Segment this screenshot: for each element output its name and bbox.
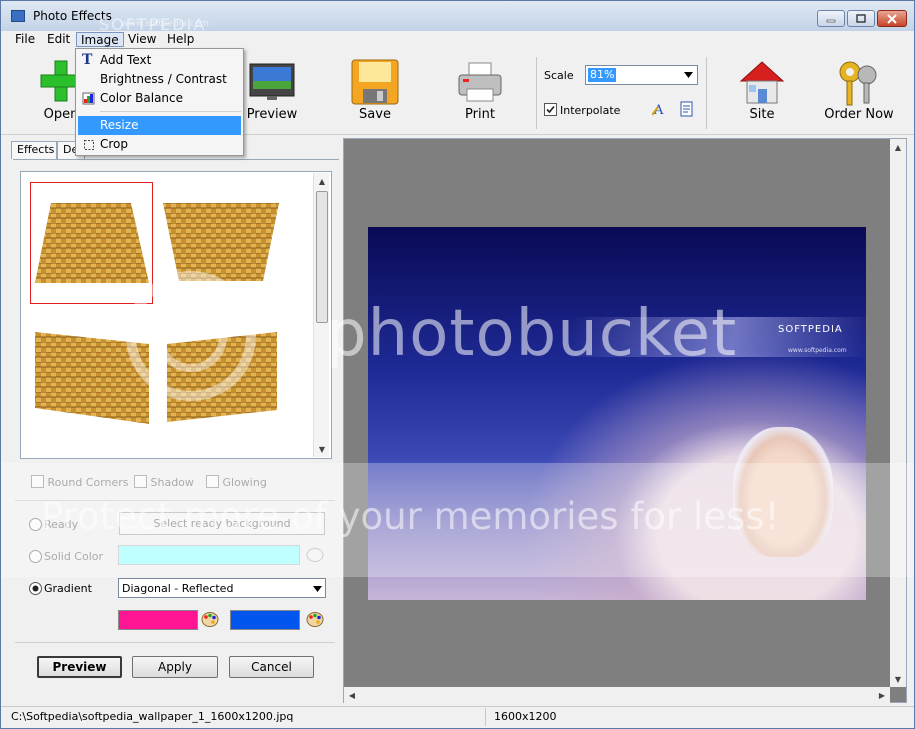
- scroll-down-icon[interactable]: ▼: [890, 671, 906, 687]
- scroll-thumb[interactable]: [316, 191, 328, 323]
- radio-selected-icon: [29, 582, 42, 595]
- menu-file[interactable]: File: [11, 32, 39, 47]
- menu-resize[interactable]: Resize: [78, 116, 241, 135]
- scale-select[interactable]: 81%: [585, 65, 698, 85]
- menu-color-balance-label: Color Balance: [100, 91, 184, 105]
- save-button[interactable]: Save: [346, 55, 404, 125]
- menu-add-text[interactable]: T Add Text: [78, 51, 241, 70]
- document-icon[interactable]: [680, 101, 694, 117]
- scroll-up-icon[interactable]: ▲: [314, 173, 330, 189]
- tab-effects[interactable]: Effects: [11, 141, 57, 159]
- menu-edit[interactable]: Edit: [43, 32, 74, 47]
- menu-view[interactable]: View: [124, 32, 160, 47]
- status-separator: [485, 708, 486, 726]
- order-now-label: Order Now: [824, 107, 894, 122]
- print-label: Print: [465, 107, 495, 122]
- status-file-path: C:\Softpedia\softpedia_wallpaper_1_1600x…: [11, 710, 294, 723]
- menu-help[interactable]: Help: [163, 32, 198, 47]
- save-label: Save: [359, 107, 391, 122]
- menu-image[interactable]: Image: [76, 32, 124, 47]
- monitor-icon: [249, 63, 295, 100]
- interpolate-checkbox[interactable]: [544, 103, 557, 119]
- scale-label: Scale: [544, 69, 574, 82]
- status-bar: C:\Softpedia\softpedia_wallpaper_1_1600x…: [1, 706, 914, 728]
- preview-toolbar-button[interactable]: Preview: [241, 55, 303, 125]
- print-button[interactable]: Print: [451, 55, 509, 125]
- title-bar[interactable]: Photo Effects SOFTPEDIA www.softpedia.co…: [1, 1, 914, 34]
- image-brand-text: SOFTPEDIA: [778, 324, 843, 335]
- preview-horizontal-scrollbar[interactable]: ◀ ▶: [344, 687, 890, 703]
- menu-crop[interactable]: Crop: [78, 135, 241, 154]
- watermark-title-sub: www.softpedia.com: [121, 19, 209, 29]
- gradient-type-value: Diagonal - Reflected: [122, 582, 234, 595]
- gradient-label: Gradient: [44, 582, 92, 595]
- close-icon: [887, 13, 897, 24]
- order-now-button[interactable]: Order Now: [823, 55, 895, 125]
- menu-bar: File Edit Image View Help: [1, 31, 914, 48]
- chevron-down-icon: [684, 72, 693, 78]
- minimize-icon: [826, 19, 836, 22]
- menu-add-text-label: Add Text: [100, 53, 152, 67]
- scale-value: 81%: [588, 68, 617, 82]
- app-window: Photo Effects SOFTPEDIA www.softpedia.co…: [0, 0, 915, 729]
- scroll-left-icon[interactable]: ◀: [344, 687, 360, 703]
- menu-resize-label: Resize: [100, 118, 139, 132]
- thumbnail-scrollbar[interactable]: ▲ ▼: [313, 173, 329, 457]
- floppy-disk-icon: [351, 59, 399, 105]
- menu-divider: [100, 111, 241, 112]
- text-t-icon: T: [82, 52, 93, 68]
- crop-icon: [84, 140, 94, 150]
- apply-button[interactable]: Apply: [132, 656, 218, 678]
- interpolate-label: Interpolate: [560, 104, 621, 117]
- app-icon: [11, 10, 25, 22]
- palette-icon[interactable]: [306, 611, 324, 628]
- watermark-band: [1, 463, 914, 577]
- preview-button[interactable]: Preview: [37, 656, 122, 678]
- chevron-down-icon: [313, 586, 322, 592]
- preview-toolbar-label: Preview: [246, 107, 298, 122]
- gradient-color-2-swatch[interactable]: [230, 610, 300, 630]
- maximize-icon: [856, 14, 866, 23]
- site-label: Site: [749, 107, 775, 122]
- maximize-button[interactable]: [847, 10, 875, 27]
- keys-icon: [839, 61, 877, 106]
- checkbox-checked-icon: [544, 103, 557, 116]
- tab-border: [13, 159, 339, 160]
- palette-icon[interactable]: [201, 611, 219, 628]
- minimize-button[interactable]: [817, 10, 845, 27]
- menu-brightness-contrast[interactable]: Brightness / Contrast: [78, 70, 241, 89]
- gradient-color-1-swatch[interactable]: [118, 610, 198, 630]
- toolbar-separator: [706, 57, 707, 129]
- cancel-button[interactable]: Cancel: [229, 656, 314, 678]
- close-button[interactable]: [877, 10, 907, 27]
- status-dimensions: 1600x1200: [494, 710, 557, 723]
- color-balance-icon: [82, 92, 95, 105]
- divider: [15, 642, 335, 643]
- scroll-down-icon[interactable]: ▼: [314, 441, 330, 457]
- menu-brightness-contrast-label: Brightness / Contrast: [100, 72, 227, 86]
- image-brand-subtext: www.softpedia.com: [788, 347, 847, 354]
- image-menu-dropdown: T Add Text Brightness / Contrast Color B…: [75, 48, 244, 156]
- gradient-type-select[interactable]: Diagonal - Reflected: [118, 578, 326, 598]
- scroll-up-icon[interactable]: ▲: [890, 139, 906, 155]
- house-icon: [739, 61, 785, 104]
- window-title: Photo Effects: [33, 9, 112, 23]
- gradient-radio[interactable]: [29, 582, 42, 598]
- site-button[interactable]: Site: [731, 55, 793, 125]
- toolbar-separator: [536, 57, 537, 129]
- preview-vertical-scrollbar[interactable]: ▲ ▼: [890, 139, 906, 687]
- font-icon[interactable]: A: [652, 101, 668, 117]
- menu-crop-label: Crop: [100, 137, 129, 151]
- scroll-right-icon[interactable]: ▶: [874, 687, 890, 703]
- printer-icon: [458, 62, 502, 102]
- menu-color-balance[interactable]: Color Balance: [78, 89, 241, 108]
- watermark-camera-icon: [126, 271, 256, 401]
